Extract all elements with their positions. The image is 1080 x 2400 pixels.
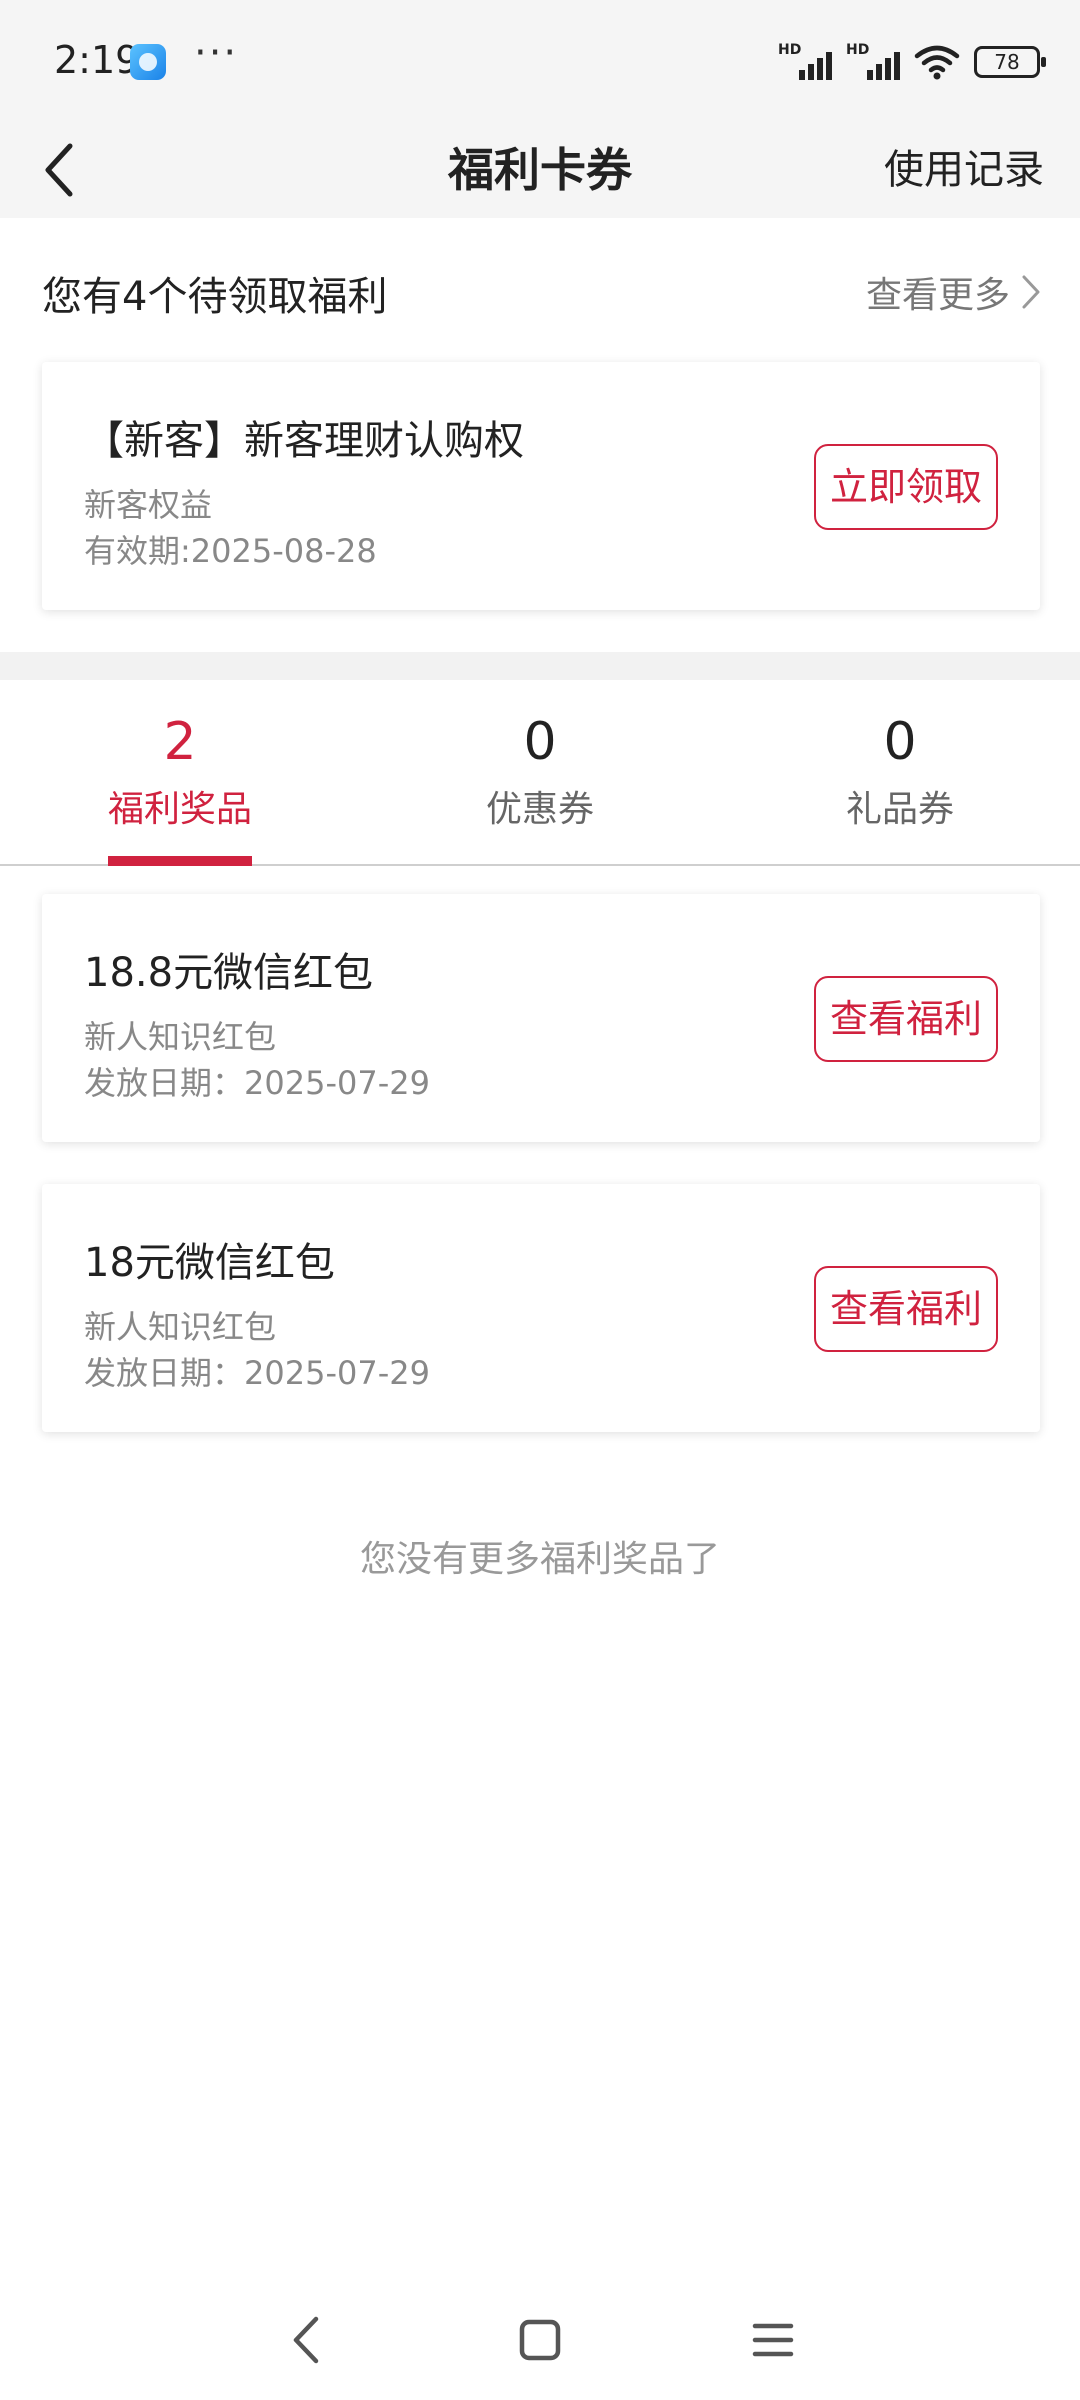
signal-icon: HD <box>778 42 832 80</box>
view-benefit-button[interactable]: 查看福利 <box>814 976 998 1062</box>
back-triangle-icon <box>293 2316 319 2364</box>
claim-now-button[interactable]: 立即领取 <box>814 444 998 530</box>
chevron-right-icon <box>1022 275 1040 309</box>
tab-gift-vouchers[interactable]: 0 礼品券 <box>720 680 1080 866</box>
reward-card: 18元微信红包 新人知识红包 发放日期：2025-07-29 查看福利 <box>42 1184 1040 1432</box>
status-indicators: HD HD 78 <box>778 42 1046 82</box>
app-notification-icon <box>130 44 166 80</box>
menu-lines-icon <box>752 2323 794 2357</box>
signal-hd-label: HD <box>778 42 802 58</box>
tab-coupons[interactable]: 0 优惠券 <box>360 680 720 866</box>
tab-rewards[interactable]: 2 福利奖品 <box>0 680 360 866</box>
status-bar: 2:19 ··· HD HD 78 <box>0 0 1080 122</box>
benefit-validity: 有效期:2025-08-28 <box>84 532 377 570</box>
view-benefit-button[interactable]: 查看福利 <box>814 1266 998 1352</box>
reward-title: 18.8元微信红包 <box>84 950 374 996</box>
status-time: 2:19 <box>54 38 140 82</box>
usage-record-link[interactable]: 使用记录 <box>884 122 1044 218</box>
tab-label: 优惠券 <box>485 789 594 830</box>
home-square-icon <box>519 2319 561 2361</box>
nav-home-button[interactable] <box>505 2310 575 2370</box>
tab-count: 0 <box>883 712 917 772</box>
more-notifications-icon: ··· <box>194 30 239 76</box>
battery-level: 78 <box>994 50 1020 74</box>
tab-count: 2 <box>163 712 197 772</box>
reward-tabs: 2 福利奖品 0 优惠券 0 礼品券 <box>0 680 1080 866</box>
active-tab-indicator <box>108 856 252 866</box>
reward-subtitle: 新人知识红包 <box>84 1018 277 1056</box>
benefit-title: 【新客】新客理财认购权 <box>84 418 524 464</box>
reward-subtitle: 新人知识红包 <box>84 1308 277 1346</box>
wifi-icon <box>914 45 960 80</box>
view-more-link[interactable]: 查看更多 <box>866 266 1042 318</box>
reward-date: 发放日期：2025-07-29 <box>84 1354 430 1392</box>
section-separator <box>0 652 1080 680</box>
tab-label: 福利奖品 <box>107 789 252 830</box>
nav-menu-button[interactable] <box>738 2310 808 2370</box>
pending-benefits-title: 您有4个待领取福利 <box>42 274 388 320</box>
benefit-subtitle: 新客权益 <box>84 486 213 524</box>
signal-icon: HD <box>846 42 900 80</box>
reward-card: 18.8元微信红包 新人知识红包 发放日期：2025-07-29 查看福利 <box>42 894 1040 1142</box>
nav-back-button[interactable] <box>270 2310 340 2370</box>
signal-hd-label: HD <box>846 42 870 58</box>
pending-benefits-header: 您有4个待领取福利 查看更多 <box>0 218 1080 358</box>
tab-label: 礼品券 <box>845 789 954 830</box>
pending-benefit-card: 【新客】新客理财认购权 新客权益 有效期:2025-08-28 立即领取 <box>42 362 1040 610</box>
no-more-rewards-note: 您没有更多福利奖品了 <box>359 1539 720 1580</box>
reward-date: 发放日期：2025-07-29 <box>84 1064 430 1102</box>
header-bar: 福利卡券 使用记录 <box>0 122 1080 218</box>
battery-icon: 78 <box>974 46 1046 78</box>
tab-count: 0 <box>523 712 557 772</box>
reward-title: 18元微信红包 <box>84 1240 335 1286</box>
view-more-label: 查看更多 <box>865 275 1010 316</box>
system-nav-bar <box>0 2270 1080 2400</box>
